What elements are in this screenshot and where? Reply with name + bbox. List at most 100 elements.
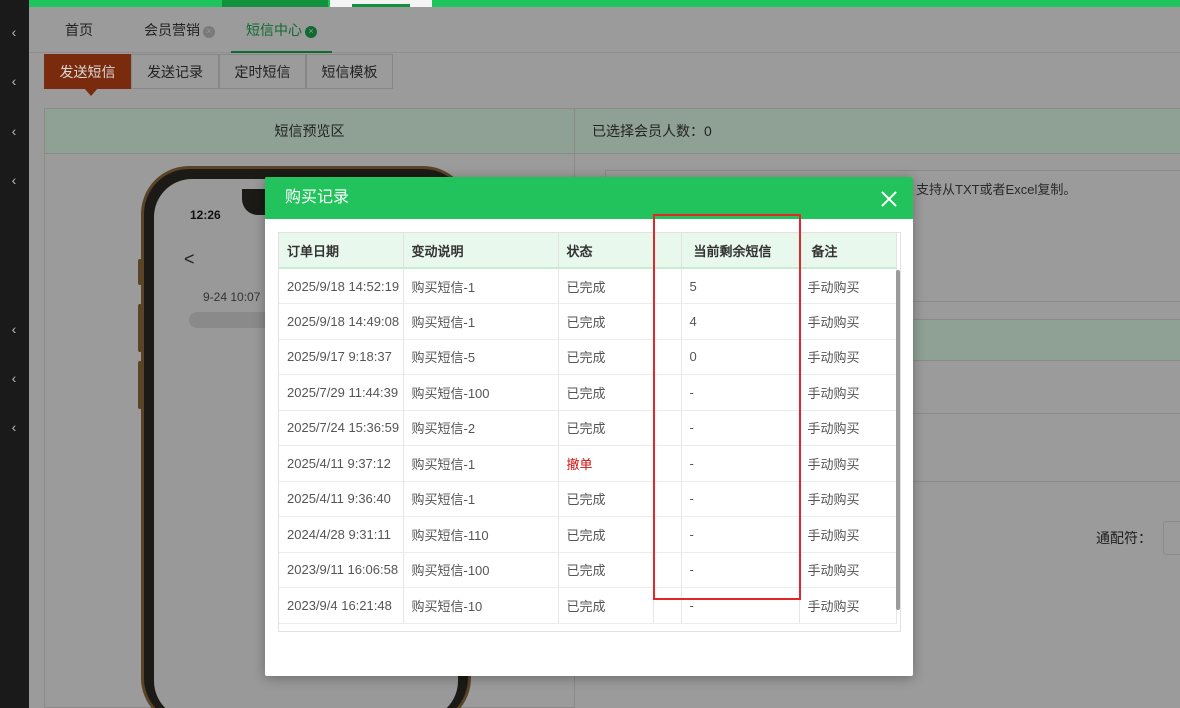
cell-status: 已完成 xyxy=(558,516,654,553)
column-header-change-desc: 变动说明 xyxy=(403,233,559,269)
table-scrollbar[interactable] xyxy=(896,270,900,610)
cell-status: 已完成 xyxy=(558,481,654,517)
chevron-left-icon[interactable]: ‹ xyxy=(7,25,21,39)
cell-blank xyxy=(653,410,682,446)
cell-note: 手动购买 xyxy=(799,552,897,588)
cell-blank xyxy=(653,374,682,411)
cell-remaining-sms: - xyxy=(681,410,800,446)
wildcard-label: 通配符： xyxy=(1096,530,1152,546)
table-row[interactable]: 2023/9/11 16:06:58 购买短信-100 已完成 - 手动购买 xyxy=(279,552,897,588)
purchase-records-table[interactable]: 订单日期 变动说明 状态 当前剩余短信 备注 2025/9/18 14:52:1… xyxy=(278,232,901,632)
cell-order-date: 2024/4/28 9:31:11 xyxy=(279,516,404,553)
phone-side-button xyxy=(138,304,142,352)
chevron-left-icon[interactable]: ‹ xyxy=(7,371,21,385)
cell-status: 已完成 xyxy=(558,303,654,340)
table-row[interactable]: 2025/7/24 15:36:59 购买短信-2 已完成 - 手动购买 xyxy=(279,410,897,446)
cell-remaining-sms: - xyxy=(681,445,800,482)
table-row[interactable]: 2025/9/17 9:18:37 购买短信-5 已完成 0 手动购买 xyxy=(279,339,897,375)
subtab-send-records[interactable]: 发送记录 xyxy=(131,54,219,89)
cell-order-date: 2025/7/24 15:36:59 xyxy=(279,410,404,446)
close-icon[interactable] xyxy=(879,189,899,209)
cell-blank xyxy=(653,339,682,375)
cell-change-desc: 购买短信-2 xyxy=(403,410,559,446)
back-arrow-icon: < xyxy=(184,249,195,269)
purchase-records-dialog: 购买记录 订单日期 变动说明 状态 当前剩余短信 备注 2025/9/18 14… xyxy=(265,177,913,676)
cell-note: 手动购买 xyxy=(799,445,897,482)
table-row[interactable]: 2025/4/11 9:36:40 购买短信-1 已完成 - 手动购买 xyxy=(279,481,897,517)
cell-remaining-sms: - xyxy=(681,374,800,411)
table-header-row: 订单日期 变动说明 状态 当前剩余短信 备注 xyxy=(279,233,897,269)
cell-note: 手动购买 xyxy=(799,587,897,624)
subtab-send-sms[interactable]: 发送短信 xyxy=(44,54,131,96)
table-row[interactable]: 2025/4/11 9:37:12 购买短信-1 撤单 - 手动购买 xyxy=(279,445,897,482)
tab-member-marketing[interactable]: 会员营销 × xyxy=(144,7,215,53)
cell-order-date: 2025/4/11 9:36:40 xyxy=(279,481,404,517)
chevron-left-icon[interactable]: ‹ xyxy=(7,420,21,434)
cell-status: 已完成 xyxy=(558,552,654,588)
table-row[interactable]: 2025/7/29 11:44:39 购买短信-100 已完成 - 手动购买 xyxy=(279,374,897,411)
cell-status: 已完成 xyxy=(558,374,654,411)
table-row[interactable]: 2025/9/18 14:49:08 购买短信-1 已完成 4 手动购买 xyxy=(279,303,897,340)
close-tab-icon[interactable]: × xyxy=(305,26,317,38)
wildcard-select[interactable] xyxy=(1163,521,1180,555)
chevron-left-icon[interactable]: ‹ xyxy=(7,322,21,336)
preview-header: 短信预览区 xyxy=(45,109,574,154)
top-progress-strip xyxy=(0,0,1180,7)
tab-home[interactable]: 首页 xyxy=(65,7,93,53)
cell-order-date: 2025/7/29 11:44:39 xyxy=(279,374,404,411)
table-row[interactable]: 2025/9/18 14:52:19 购买短信-1 已完成 5 手动购买 xyxy=(279,268,897,304)
active-tab-indicator xyxy=(231,51,332,53)
cell-change-desc: 购买短信-1 xyxy=(403,303,559,340)
cell-order-date: 2025/9/18 14:49:08 xyxy=(279,303,404,340)
subtab-label: 定时短信 xyxy=(234,64,291,80)
cell-status: 已完成 xyxy=(558,410,654,446)
phone-time: 12:26 xyxy=(190,208,221,222)
table-row[interactable]: 2024/4/28 9:31:11 购买短信-110 已完成 - 手动购买 xyxy=(279,516,897,553)
cell-remaining-sms: 0 xyxy=(681,339,800,375)
chevron-left-icon[interactable]: ‹ xyxy=(7,173,21,187)
cell-order-date: 2025/9/17 9:18:37 xyxy=(279,339,404,375)
cell-change-desc: 购买短信-5 xyxy=(403,339,559,375)
cell-change-desc: 购买短信-1 xyxy=(403,268,559,304)
tab-sms-center[interactable]: 短信中心 × xyxy=(246,7,317,53)
cell-blank xyxy=(653,587,682,624)
cell-blank xyxy=(653,303,682,340)
subtab-label: 短信模板 xyxy=(321,64,378,80)
cell-order-date: 2025/4/11 9:37:12 xyxy=(279,445,404,482)
chevron-left-icon[interactable]: ‹ xyxy=(7,124,21,138)
cell-change-desc: 购买短信-10 xyxy=(403,587,559,624)
close-tab-icon[interactable]: × xyxy=(203,26,215,38)
cell-change-desc: 购买短信-110 xyxy=(403,516,559,553)
column-header-status: 状态 xyxy=(558,233,654,269)
page-tab-bar: 首页 会员营销 × 短信中心 × xyxy=(29,7,1180,53)
tab-label: 会员营销 xyxy=(144,22,200,38)
column-header-remaining-sms: 当前剩余短信 xyxy=(681,233,800,269)
subtab-label: 发送短信 xyxy=(59,64,116,80)
cell-order-date: 2025/9/18 14:52:19 xyxy=(279,268,404,304)
subtab-scheduled-sms[interactable]: 定时短信 xyxy=(219,54,306,89)
cell-remaining-sms: - xyxy=(681,552,800,588)
subtab-sms-templates[interactable]: 短信模板 xyxy=(306,54,393,89)
left-collapsed-sidebar: ‹ ‹ ‹ ‹ ‹ ‹ ‹ xyxy=(0,0,29,708)
cell-order-date: 2023/9/4 16:21:48 xyxy=(279,587,404,624)
chevron-left-icon[interactable]: ‹ xyxy=(7,74,21,88)
cell-note: 手动购买 xyxy=(799,481,897,517)
cell-remaining-sms: - xyxy=(681,587,800,624)
cell-change-desc: 购买短信-1 xyxy=(403,481,559,517)
column-header-note: 备注 xyxy=(799,233,897,269)
dialog-title: 购买记录 xyxy=(285,189,350,206)
cell-remaining-sms: - xyxy=(681,481,800,517)
cell-note: 手动购买 xyxy=(799,516,897,553)
cell-note: 手动购买 xyxy=(799,268,897,304)
tab-label: 短信中心 xyxy=(246,22,302,38)
cell-blank xyxy=(653,516,682,553)
cell-note: 手动购买 xyxy=(799,374,897,411)
message-date: 9-24 10:07 xyxy=(203,290,261,304)
paste-hint: 支持从TXT或者Excel复制。 xyxy=(916,182,1077,197)
cell-order-date: 2023/9/11 16:06:58 xyxy=(279,552,404,588)
cell-note: 手动购买 xyxy=(799,303,897,340)
cell-remaining-sms: 4 xyxy=(681,303,800,340)
table-row[interactable]: 2023/9/4 16:21:48 购买短信-10 已完成 - 手动购买 xyxy=(279,587,897,624)
cell-status: 已完成 xyxy=(558,268,654,304)
cell-blank xyxy=(653,445,682,482)
